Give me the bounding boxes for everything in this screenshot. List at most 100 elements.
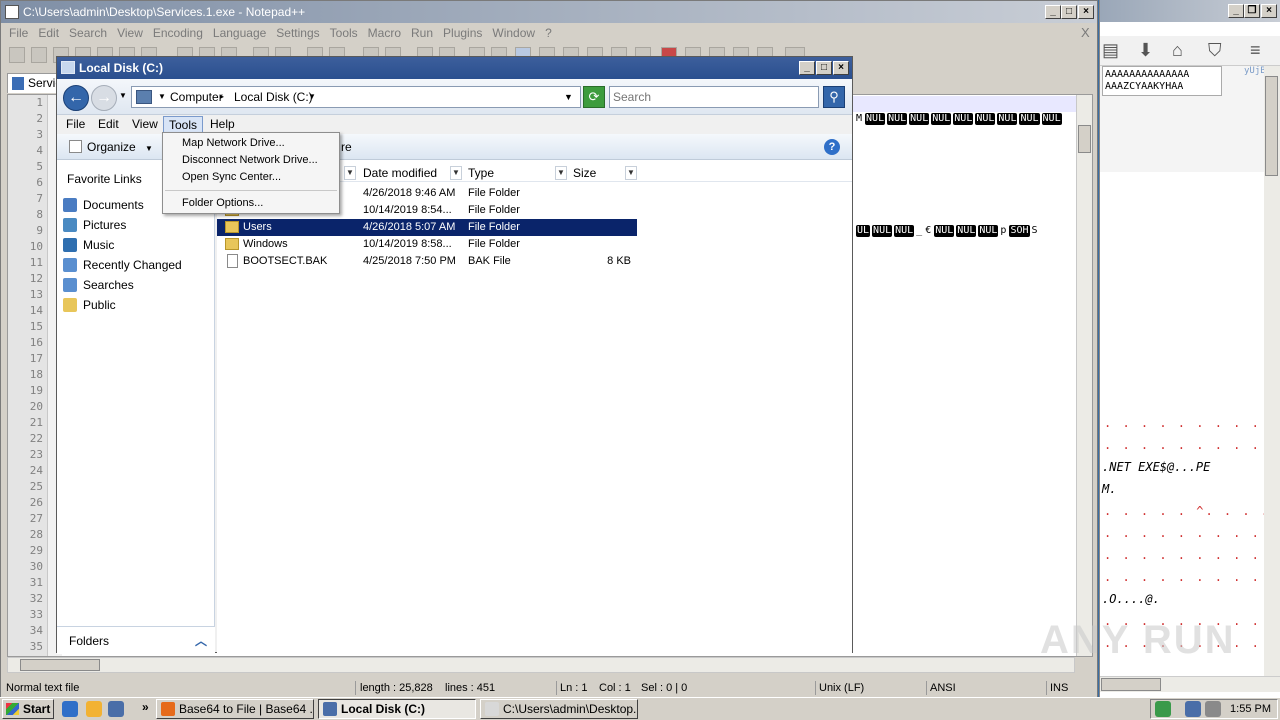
menu-item-open-sync-center[interactable]: Open Sync Center... — [164, 169, 338, 186]
type-column-dropdown-icon[interactable]: ▼ — [555, 166, 567, 180]
column-type[interactable]: Type — [468, 164, 494, 182]
menu-help[interactable]: ? — [540, 23, 557, 43]
tray-network-icon[interactable] — [1185, 701, 1201, 717]
file-list-pane[interactable]: ▼ Date modified ▼ Type ▼ Size ▼ 4/26/201… — [217, 160, 852, 654]
column-size[interactable]: Size — [573, 164, 596, 182]
favorite-link[interactable]: Searches — [61, 275, 211, 295]
size-column-dropdown-icon[interactable]: ▼ — [625, 166, 637, 180]
breadcrumb-local-disk[interactable]: Local Disk (C:) — [234, 87, 313, 107]
editor-horizontal-scrollbar[interactable] — [7, 657, 1075, 673]
command-bar-partial-label[interactable]: re — [341, 134, 352, 160]
menu-search[interactable]: Search — [64, 23, 112, 43]
address-history-dropdown-icon[interactable]: ▼ — [564, 87, 573, 107]
ie-quicklaunch-icon[interactable] — [62, 701, 78, 717]
menu-item-disconnect-network-drive[interactable]: Disconnect Network Drive... — [164, 152, 338, 169]
editor-vertical-scroll-thumb[interactable] — [1078, 125, 1091, 153]
taskbar-button[interactable]: C:\Users\admin\Desktop... — [480, 699, 638, 719]
recent-pages-dropdown-icon[interactable]: ▼ — [119, 91, 127, 100]
explorer-menu-edit[interactable]: Edit — [98, 115, 119, 133]
menu-tools[interactable]: Tools — [325, 23, 363, 43]
organize-button[interactable]: Organize ▼ — [65, 134, 153, 162]
menu-window[interactable]: Window — [487, 23, 540, 43]
help-icon[interactable]: ? — [824, 139, 840, 155]
search-input[interactable] — [609, 86, 819, 108]
browser-close-button[interactable]: × — [1261, 4, 1277, 18]
close-button[interactable]: × — [1078, 5, 1094, 19]
notepadpp-titlebar[interactable]: C:\Users\admin\Desktop\Services.1.exe - … — [1, 1, 1097, 23]
media-player-quicklaunch-icon[interactable] — [86, 701, 102, 717]
favorite-link[interactable]: Recently Changed — [61, 255, 211, 275]
favorite-link[interactable]: Music — [61, 235, 211, 255]
folders-toggle[interactable]: Folders ︿ — [57, 626, 215, 654]
explorer-menu-help[interactable]: Help — [210, 115, 235, 133]
quicklaunch-overflow-icon[interactable]: » — [142, 700, 149, 714]
favorite-link[interactable]: Pictures — [61, 215, 211, 235]
breadcrumb-separator-icon[interactable]: ▸ — [220, 87, 224, 107]
name-column-dropdown-icon[interactable]: ▼ — [344, 166, 356, 180]
refresh-button[interactable]: ⟳ — [583, 86, 605, 108]
menu-file[interactable]: File — [1, 23, 33, 43]
explorer-menu-file[interactable]: File — [66, 115, 85, 133]
breadcrumb-computer[interactable]: Computer — [170, 87, 223, 107]
menu-macro[interactable]: Macro — [363, 23, 406, 43]
menu-item-folder-options[interactable]: Folder Options... — [164, 195, 338, 212]
editor-horizontal-scroll-thumb[interactable] — [20, 659, 100, 671]
minimize-button[interactable]: _ — [1045, 5, 1061, 19]
file-name: Windows — [243, 238, 288, 250]
system-tray: 1:55 PM — [1150, 699, 1278, 719]
breadcrumb-subfolder-arrow-icon[interactable]: ▼ — [308, 87, 316, 107]
menu-plugins[interactable]: Plugins — [438, 23, 487, 43]
hamburger-menu-icon[interactable]: ≡ — [1250, 40, 1261, 61]
address-bar[interactable]: ▼ Computer ▸ Local Disk (C:) ▼ ▼ — [131, 86, 581, 108]
menu-edit[interactable]: Edit — [33, 23, 64, 43]
menu-encoding[interactable]: Encoding — [148, 23, 208, 43]
file-row[interactable]: Windows 10/14/2019 8:58... File Folder — [217, 236, 637, 253]
file-row[interactable]: BOOTSECT.BAK 4/25/2018 7:50 PM BAK File 8 K… — [217, 253, 637, 270]
browser-titlebar[interactable]: _ ❐ × — [1100, 0, 1280, 22]
pocket-icon[interactable]: ⛉ — [1208, 40, 1222, 61]
browser-minimize-button[interactable]: _ — [1228, 4, 1244, 18]
forward-button[interactable]: → — [91, 85, 117, 111]
browser-horizontal-scroll-thumb[interactable] — [1101, 678, 1161, 691]
home-icon[interactable]: ⌂ — [1172, 40, 1183, 61]
editor-vertical-scrollbar[interactable] — [1076, 95, 1092, 656]
control-char-token: S — [1031, 225, 1038, 236]
reader-view-icon[interactable]: ▤ — [1102, 40, 1119, 61]
show-desktop-quicklaunch-icon[interactable] — [108, 701, 124, 717]
explorer-maximize-button[interactable]: □ — [816, 61, 832, 75]
column-date-modified[interactable]: Date modified — [363, 164, 437, 182]
browser-horizontal-scrollbar[interactable] — [1100, 676, 1280, 692]
date-column-dropdown-icon[interactable]: ▼ — [450, 166, 462, 180]
new-file-icon[interactable] — [9, 47, 25, 63]
tray-volume-icon[interactable] — [1205, 701, 1221, 717]
menu-view[interactable]: View — [112, 23, 148, 43]
downloads-icon[interactable]: ⬇ — [1138, 40, 1153, 61]
clock[interactable]: 1:55 PM — [1230, 700, 1271, 718]
explorer-titlebar[interactable]: Local Disk (C:) _ □ × — [57, 57, 852, 79]
menu-item-map-network-drive[interactable]: Map Network Drive... — [164, 135, 338, 152]
taskbar-button[interactable]: Base64 to File | Base64 ... — [156, 699, 314, 719]
tray-security-icon[interactable] — [1155, 701, 1171, 717]
taskbar-button[interactable]: Local Disk (C:) — [318, 699, 476, 719]
back-button[interactable]: ← — [63, 85, 89, 111]
start-button[interactable]: Start — [2, 699, 54, 719]
explorer-menu-view[interactable]: View — [132, 115, 158, 133]
close-document-button[interactable]: X — [1081, 25, 1090, 40]
favorite-link[interactable]: Public — [61, 295, 211, 315]
explorer-close-button[interactable]: × — [833, 61, 849, 75]
breadcrumb-root-arrow-icon[interactable]: ▼ — [158, 87, 166, 107]
browser-restore-button[interactable]: ❐ — [1244, 4, 1260, 18]
menu-language[interactable]: Language — [208, 23, 271, 43]
browser-vertical-scroll-thumb[interactable] — [1265, 76, 1278, 176]
search-button[interactable]: ⚲ — [823, 86, 845, 108]
menu-run[interactable]: Run — [406, 23, 438, 43]
file-row[interactable]: Users 4/26/2018 5:07 AM File Folder — [217, 219, 637, 236]
open-file-icon[interactable] — [31, 47, 47, 63]
file-type: File Folder — [468, 204, 520, 216]
notepadpp-title: C:\Users\admin\Desktop\Services.1.exe - … — [23, 5, 306, 19]
explorer-minimize-button[interactable]: _ — [799, 61, 815, 75]
maximize-button[interactable]: □ — [1061, 5, 1077, 19]
menu-settings[interactable]: Settings — [271, 23, 324, 43]
browser-vertical-scrollbar[interactable] — [1264, 66, 1280, 676]
base64-textarea[interactable]: AAAAAAAAAAAAAA AAAZCYAAKYHAA — [1102, 66, 1222, 96]
